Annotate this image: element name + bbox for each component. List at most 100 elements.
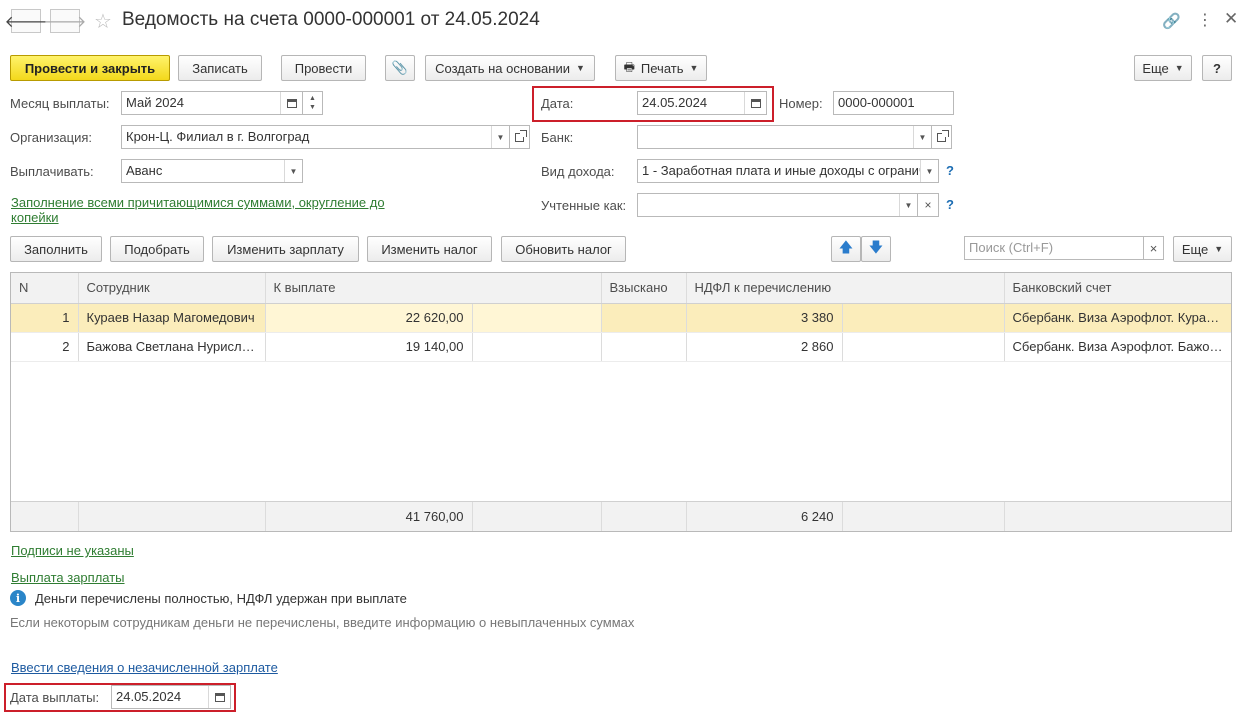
fill-settings-link[interactable]: Заполнение всеми причитающимися суммами,… <box>11 195 385 225</box>
income-help-icon[interactable]: ? <box>946 163 954 178</box>
employees-table[interactable]: N Сотрудник К выплате Взыскано НДФЛ к пе… <box>10 272 1232 532</box>
fill-button[interactable]: Заполнить <box>10 236 102 262</box>
pay-type-field[interactable]: Аванс ▼ <box>121 159 303 183</box>
table-row[interactable]: 1 Кураев Назар Магомедович 22 620,00 3 3… <box>11 303 1231 333</box>
accounted-as-value <box>638 194 899 216</box>
col-header-account[interactable]: Банковский счет <box>1004 273 1231 304</box>
fill-settings-link-line1: Заполнение всеми причитающимися суммами,… <box>11 195 385 210</box>
fill-settings-link-line2: копейки <box>11 210 59 225</box>
footer-cell <box>472 502 602 531</box>
table-row[interactable]: 2 Бажова Светлана Нурисламовна 19 140,00… <box>11 332 1231 362</box>
organization-value: Крон-Ц. Филиал в г. Волгоград <box>126 129 310 144</box>
info-icon: i <box>10 590 26 606</box>
pay-type-value: Аванс <box>126 163 163 178</box>
more-menu-icon[interactable]: ⋮ <box>1197 10 1213 30</box>
arrow-up-icon: 🡅 <box>838 239 854 255</box>
back-button[interactable]: 🡐 <box>5 9 47 33</box>
footer-cell <box>78 502 266 531</box>
dropdown-icon[interactable]: ▼ <box>920 160 938 182</box>
col-header-withheld[interactable]: Взыскано <box>601 273 687 304</box>
search-input[interactable]: Поиск (Ctrl+F) <box>964 236 1144 260</box>
cell-ndfl-extra <box>842 303 1005 333</box>
cell-account: Сбербанк. Виза Аэрофлот. Кураев Назар Ма… <box>1004 303 1231 333</box>
accounted-as-field[interactable]: ▼ <box>637 193 918 217</box>
organization-field[interactable]: Крон-Ц. Филиал в г. Волгоград ▼ <box>121 125 510 149</box>
table-more-button[interactable]: Еще ▼ <box>1173 236 1232 262</box>
search-clear-button[interactable]: × <box>1143 236 1164 260</box>
cell-employee: Кураев Назар Магомедович <box>78 303 266 333</box>
cell-n: 1 <box>11 303 79 333</box>
col-header-employee[interactable]: Сотрудник <box>78 273 266 304</box>
month-value: Май 2024 <box>126 95 184 110</box>
change-salary-button[interactable]: Изменить зарплату <box>212 236 359 262</box>
month-spinner[interactable]: ▲ ▼ <box>303 91 323 115</box>
move-down-button[interactable]: 🡇 <box>861 236 891 262</box>
cell-account: Сбербанк. Виза Аэрофлот. Бажова Светлана… <box>1004 332 1231 362</box>
update-tax-button[interactable]: Обновить налог <box>501 236 626 262</box>
cell-employee: Бажова Светлана Нурисламовна <box>78 332 266 362</box>
col-header-n[interactable]: N <box>11 273 79 304</box>
dropdown-icon[interactable]: ▼ <box>913 126 931 148</box>
table-header: N Сотрудник К выплате Взыскано НДФЛ к пе… <box>11 273 1231 304</box>
clear-icon[interactable]: × <box>918 193 939 217</box>
cell-payout-extra <box>472 303 602 333</box>
cell-payout: 22 620,00 <box>265 303 473 333</box>
print-label: Печать <box>640 60 684 76</box>
more-label: Еще <box>1142 60 1169 76</box>
bank-value <box>638 126 913 148</box>
pay-type-label: Выплачивать: <box>10 164 94 179</box>
footer-cell <box>842 502 1005 531</box>
income-type-field[interactable]: 1 - Заработная плата и иные доходы с огр… <box>637 159 939 183</box>
unpaid-salary-link[interactable]: Ввести сведения о незачисленной зарплате <box>11 660 278 675</box>
spin-up-icon[interactable]: ▲ <box>309 94 316 103</box>
post-and-close-button[interactable]: Провести и закрыть <box>10 55 170 81</box>
number-label: Номер: <box>779 96 823 111</box>
spin-down-icon[interactable]: ▼ <box>309 103 316 112</box>
payout-status-text: Деньги перечислены полностью, НДФЛ удерж… <box>35 591 407 606</box>
close-icon[interactable]: ✕ <box>1224 9 1238 29</box>
col-header-ndfl[interactable]: НДФЛ к перечислению <box>686 273 1005 304</box>
calendar-icon[interactable] <box>280 92 302 114</box>
footer-cell <box>601 502 687 531</box>
create-based-on-button[interactable]: Создать на основании ▼ <box>425 55 595 81</box>
dropdown-icon[interactable]: ▼ <box>284 160 302 182</box>
more-button[interactable]: Еще ▼ <box>1134 55 1192 81</box>
bank-field[interactable]: ▼ <box>637 125 932 149</box>
star-icon[interactable]: ☆ <box>94 9 112 34</box>
signatures-link[interactable]: Подписи не указаны <box>11 543 134 558</box>
post-button[interactable]: Провести <box>281 55 366 81</box>
attach-button[interactable]: 📎 <box>385 55 415 81</box>
income-type-label: Вид дохода: <box>541 164 615 179</box>
move-up-button[interactable]: 🡅 <box>831 236 861 262</box>
pick-button[interactable]: Подобрать <box>110 236 204 262</box>
pay-date-highlight-box <box>4 683 236 712</box>
printer-icon: 🖶 <box>623 59 635 74</box>
cell-ndfl: 2 860 <box>686 332 843 362</box>
window-title: Ведомость на счета 0000-000001 от 24.05.… <box>122 9 540 30</box>
change-tax-button[interactable]: Изменить налог <box>367 236 492 262</box>
dropdown-icon[interactable]: ▼ <box>899 194 917 216</box>
month-field[interactable]: Май 2024 <box>121 91 303 115</box>
caret-down-icon: ▼ <box>1214 244 1224 254</box>
organization-label: Организация: <box>10 130 93 145</box>
print-button[interactable]: 🖶 Печать ▼ <box>615 55 707 81</box>
col-header-payout[interactable]: К выплате <box>265 273 602 304</box>
link-icon[interactable]: 🔗 <box>1162 12 1181 30</box>
cell-ndfl-extra <box>842 332 1005 362</box>
accounted-help-icon[interactable]: ? <box>946 197 954 212</box>
dropdown-icon[interactable]: ▼ <box>491 126 509 148</box>
create-based-on-label: Создать на основании <box>435 60 570 76</box>
organization-open-button[interactable] <box>510 125 530 149</box>
help-button[interactable]: ? <box>1202 55 1232 81</box>
forward-button[interactable]: 🡒 <box>44 9 86 33</box>
table-more-label: Еще <box>1181 241 1209 257</box>
accounted-as-label: Учтенные как: <box>541 198 627 213</box>
income-type-value: 1 - Заработная плата и иные доходы с огр… <box>642 163 920 178</box>
footer-cell <box>1004 502 1231 531</box>
bank-open-button[interactable] <box>932 125 952 149</box>
salary-payout-link[interactable]: Выплата зарплаты <box>11 570 125 585</box>
number-field[interactable]: 0000-000001 <box>833 91 954 115</box>
cell-n: 2 <box>11 332 79 362</box>
total-ndfl: 6 240 <box>686 502 843 531</box>
save-button[interactable]: Записать <box>178 55 262 81</box>
